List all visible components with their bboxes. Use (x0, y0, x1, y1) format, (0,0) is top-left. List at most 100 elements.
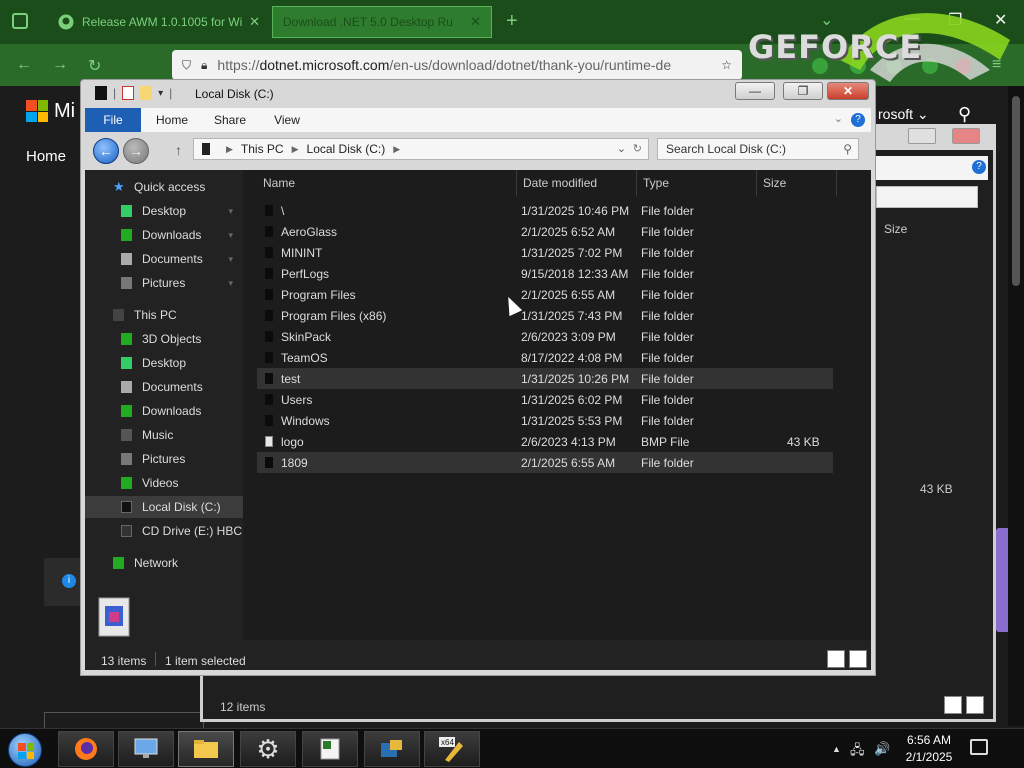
nav-downloads[interactable]: Downloads (85, 400, 243, 422)
taskbar-file-explorer[interactable] (178, 731, 234, 767)
web-account-menu[interactable]: rosoft ⌄ (878, 106, 929, 123)
web-nav-home[interactable]: Home (26, 148, 66, 165)
breadcrumb[interactable]: ▶ This PC ▶ Local Disk (C:) ▶ ⌄ ↻ (193, 138, 649, 160)
taskbar-remote-desktop[interactable] (118, 731, 174, 767)
nav-network[interactable]: Network (85, 552, 243, 574)
breadcrumb-chevron-icon[interactable]: ▶ (393, 144, 400, 155)
nav-quick-pictures[interactable]: Pictures ▾ (85, 272, 243, 294)
help-icon[interactable]: ? (851, 113, 865, 127)
table-row[interactable]: 1809 2/1/2025 6:55 AM File folder (257, 452, 833, 473)
table-row[interactable]: test 1/31/2025 10:26 PM File folder (257, 368, 833, 389)
behind-search-input[interactable] (876, 186, 978, 208)
table-row[interactable]: Windows 1/31/2025 5:53 PM File folder (257, 410, 833, 431)
reload-icon[interactable]: ↻ (88, 56, 101, 76)
microsoft-logo-icon[interactable] (26, 100, 48, 122)
nav-3d-objects[interactable]: 3D Objects (85, 328, 243, 350)
tab-share[interactable]: Share (207, 108, 253, 132)
tab-view[interactable]: View (265, 108, 309, 132)
column-header-name[interactable]: Name (257, 170, 517, 196)
table-row[interactable]: Users 1/31/2025 6:02 PM File folder (257, 389, 833, 410)
ribbon-expand-chevron-icon[interactable]: ⌄ (834, 112, 843, 125)
tab-home[interactable]: Home (149, 108, 195, 132)
table-row[interactable]: \ 1/31/2025 10:46 PM File folder (257, 200, 833, 221)
nav-quick-documents[interactable]: Documents ▾ (85, 248, 243, 270)
behind-close-button[interactable] (952, 128, 980, 144)
scrollbar-thumb[interactable] (1012, 96, 1020, 286)
new-folder-icon[interactable] (140, 86, 153, 100)
nav-videos[interactable]: Videos (85, 472, 243, 494)
page-scrollbar[interactable] (1008, 86, 1024, 726)
lock-icon[interactable]: 🔒︎ (201, 58, 207, 73)
nav-this-pc[interactable]: This PC (85, 304, 243, 326)
table-row[interactable]: AeroGlass 2/1/2025 6:52 AM File folder (257, 221, 833, 242)
details-view-icon[interactable] (827, 650, 845, 668)
volume-icon[interactable]: 🔊 (874, 741, 890, 757)
minimize-button[interactable]: — (735, 82, 775, 100)
table-row[interactable]: Program Files 2/1/2025 6:55 AM File folder (257, 284, 833, 305)
nav-music[interactable]: Music (85, 424, 243, 446)
details-view-icon[interactable] (944, 696, 962, 714)
table-row[interactable]: TeamOS 8/17/2022 4:08 PM File folder (257, 347, 833, 368)
column-header-type[interactable]: Type (637, 170, 757, 196)
shield-icon[interactable]: ⛉ (182, 58, 191, 73)
nav-quick-downloads[interactable]: Downloads ▾ (85, 224, 243, 246)
nav-documents[interactable]: Documents (85, 376, 243, 398)
maximize-button[interactable]: ❐ (783, 82, 823, 100)
nav-quick-desktop[interactable]: Desktop ▾ (85, 200, 243, 222)
behind-column-size[interactable]: Size (884, 222, 907, 236)
new-tab-button[interactable]: + (506, 10, 518, 33)
customize-toolbar-icon[interactable]: ▾ (158, 88, 163, 99)
table-row[interactable]: Program Files (x86) 1/31/2025 7:43 PM File… (257, 305, 833, 326)
nav-desktop[interactable]: Desktop (85, 352, 243, 374)
taskbar-settings[interactable]: ⚙ (240, 731, 296, 767)
breadcrumb-this-pc[interactable]: This PC (241, 142, 284, 156)
column-header-size[interactable]: Size (757, 170, 837, 196)
table-row[interactable]: MININT 1/31/2025 7:02 PM File folder (257, 242, 833, 263)
large-icons-view-icon[interactable] (966, 696, 984, 714)
behind-maximize-button[interactable] (908, 128, 936, 144)
table-row[interactable]: logo 2/6/2023 4:13 PM BMP File 43 KB (257, 431, 833, 452)
tab-close-icon[interactable]: ✕ (470, 14, 481, 30)
column-header-date-modified[interactable]: Date modified (517, 170, 637, 196)
forward-button[interactable]: → (123, 138, 149, 164)
taskbar-notepad[interactable] (302, 731, 358, 767)
nav-cd-drive-e[interactable]: CD Drive (E:) HBCD_ (85, 520, 243, 542)
properties-icon[interactable] (122, 86, 135, 100)
breadcrumb-chevron-icon[interactable]: ▶ (226, 144, 233, 155)
tab-awm-release[interactable]: Release AWM 1.0.1005 for Wind ✕ (48, 6, 270, 38)
tray-overflow-chevron-icon[interactable]: ▲ (832, 744, 841, 754)
nav-local-disk-c[interactable]: Local Disk (C:) (85, 496, 243, 518)
clock[interactable]: 6:56 AM 2/1/2025 (898, 732, 960, 766)
feedback-tab[interactable] (996, 528, 1008, 632)
history-dropdown-icon[interactable]: ⌄ (617, 142, 626, 155)
table-row[interactable]: PerfLogs 9/15/2018 12:33 AM File folder (257, 263, 833, 284)
tab-actions-icon[interactable] (12, 13, 28, 29)
table-row[interactable]: SkinPack 2/6/2023 3:09 PM File folder (257, 326, 833, 347)
taskbar-firefox[interactable] (58, 731, 114, 767)
up-arrow-icon[interactable]: ↑ (175, 142, 182, 158)
network-tray-icon[interactable]: 🖧 (850, 741, 865, 763)
breadcrumb-chevron-icon[interactable]: ▶ (292, 144, 299, 155)
refresh-icon[interactable]: ↻ (633, 142, 642, 155)
nav-pictures[interactable]: Pictures (85, 448, 243, 470)
tab-dotnet-download[interactable]: Download .NET 5.0 Desktop Ru ✕ (272, 6, 492, 38)
web-search-icon[interactable]: ⚲ (958, 104, 971, 125)
back-arrow-icon[interactable]: ← (16, 56, 32, 74)
bookmark-star-icon[interactable]: ☆ (721, 58, 732, 72)
start-button[interactable] (8, 733, 42, 767)
tab-close-icon[interactable]: ✕ (249, 14, 260, 30)
search-input[interactable]: Search Local Disk (C:) ⚲ (657, 138, 859, 160)
back-button[interactable]: ← (93, 138, 119, 164)
url-bar[interactable]: ⛉ 🔒︎ https://dotnet.microsoft.com/en-us/… (172, 50, 742, 80)
large-icons-view-icon[interactable] (849, 650, 867, 668)
nav-quick-access[interactable]: ★ Quick access (85, 176, 243, 198)
forward-arrow-icon[interactable]: → (52, 56, 68, 74)
drive-icon[interactable] (95, 86, 107, 100)
breadcrumb-local-disk[interactable]: Local Disk (C:) (307, 142, 386, 156)
taskbar-x64-tool[interactable]: x64 (424, 731, 480, 767)
notification-center-icon[interactable] (970, 739, 988, 755)
taskbar-app[interactable] (364, 731, 420, 767)
tab-file[interactable]: File (85, 108, 141, 132)
close-button[interactable]: ✕ (827, 82, 869, 100)
help-icon[interactable]: ? (972, 160, 986, 174)
